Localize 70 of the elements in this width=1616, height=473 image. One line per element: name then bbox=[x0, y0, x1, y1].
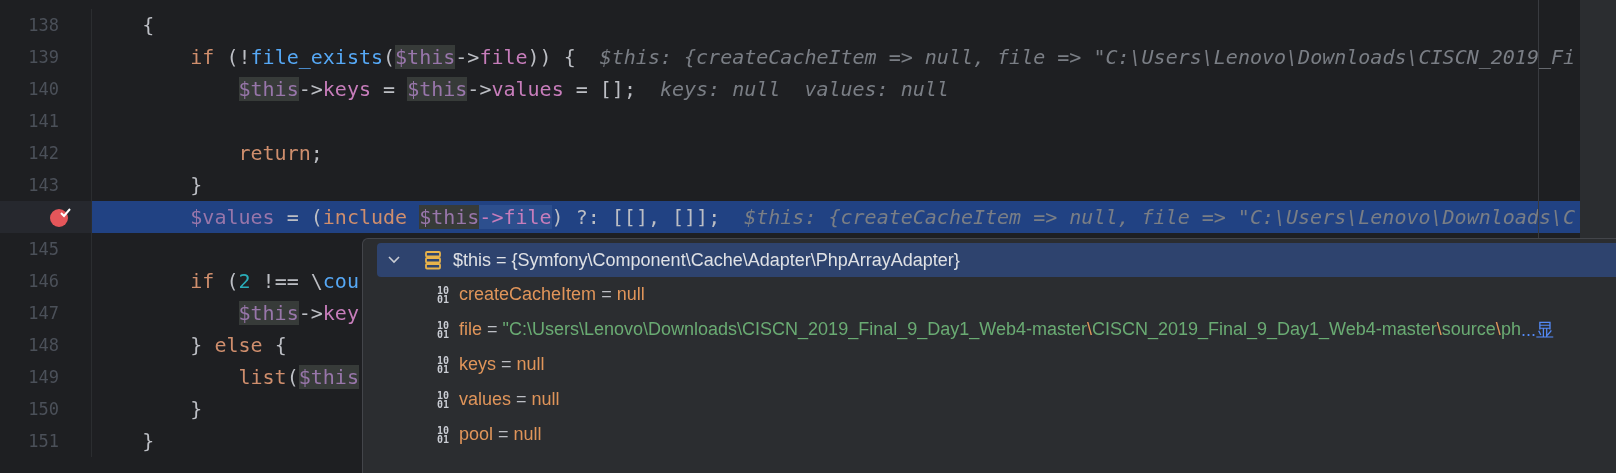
code-punctuation: = bbox=[383, 77, 397, 101]
code-punctuation: = ( bbox=[286, 205, 323, 229]
code-property: key bbox=[322, 301, 359, 325]
code-punctuation: )) { bbox=[527, 45, 576, 69]
code-punctuation: ; bbox=[310, 141, 323, 165]
code-variable: $values bbox=[190, 205, 275, 229]
code-punctuation: (! bbox=[226, 45, 251, 69]
field-value: "C:\Users\Lenovo\Downloads\CISCN_2019_Final_9_Day1_Web4-master\CISCN_2019_Final_9_Day1_Web4-master\source\ph bbox=[502, 319, 1521, 340]
equals-sign: = bbox=[601, 284, 612, 305]
code-variable: $this bbox=[419, 205, 480, 229]
type-label: 10 01 bbox=[437, 285, 450, 304]
code-keyword: if bbox=[190, 269, 215, 293]
type-label: 10 01 bbox=[437, 320, 450, 339]
equals-sign: = bbox=[487, 319, 498, 340]
code-punctuation: -> bbox=[298, 77, 323, 101]
type-label: 10 01 bbox=[437, 425, 450, 444]
type-label: 10 01 bbox=[437, 355, 450, 374]
field-name: values bbox=[459, 389, 512, 410]
code-function: cou bbox=[322, 269, 359, 293]
code-variable: $this bbox=[407, 77, 468, 101]
field-name: pool bbox=[459, 424, 494, 445]
field-value: null bbox=[513, 424, 542, 445]
code-keyword: else bbox=[214, 333, 263, 357]
field-name: file bbox=[459, 319, 483, 340]
code-property: keys bbox=[322, 77, 371, 101]
code-function: file_exists bbox=[250, 45, 383, 69]
code-punctuation: { bbox=[274, 333, 287, 357]
breakpoint-icon[interactable] bbox=[49, 206, 71, 228]
field-name: keys bbox=[459, 354, 497, 375]
field-value: null bbox=[616, 284, 645, 305]
code-variable: $this bbox=[298, 365, 359, 389]
code-property: ->file bbox=[479, 205, 552, 229]
type-label: 10 01 bbox=[437, 390, 450, 409]
tree-row[interactable]: $this = {Symfony\Component\Cache\Adapter\PhpArrayAdapter} bbox=[377, 243, 1616, 277]
inline-value-hint: values: null bbox=[804, 77, 949, 101]
code-punctuation: ) ?: [[], []]; bbox=[551, 205, 721, 229]
code-punctuation: -> bbox=[298, 301, 323, 325]
code-punctuation: !== \ bbox=[262, 269, 323, 293]
inline-value-hint: $this: {createCacheItem => null, file => "C:\Users\Lenovo\Downloads\CISCN_2019_Fi bbox=[599, 45, 1576, 69]
code-punctuation: ( bbox=[383, 45, 396, 69]
show-more-link[interactable]: ...显 bbox=[1520, 317, 1554, 342]
code-keyword: list bbox=[238, 365, 287, 389]
equals-sign: = bbox=[498, 424, 509, 445]
code-punctuation: } bbox=[190, 397, 203, 421]
code-punctuation: } bbox=[190, 333, 204, 357]
code-punctuation: = []; bbox=[575, 77, 636, 101]
inline-value-hint: keys: null bbox=[659, 77, 781, 101]
code-punctuation: } bbox=[190, 173, 203, 197]
field-name: createCacheItem bbox=[459, 284, 597, 305]
code-punctuation: { bbox=[142, 13, 155, 37]
code-property: file bbox=[479, 45, 528, 69]
equals-sign: = bbox=[501, 354, 512, 375]
code-punctuation: ( bbox=[286, 365, 299, 389]
code-keyword: if bbox=[190, 45, 215, 69]
field-value: null bbox=[531, 389, 560, 410]
code-variable: $this bbox=[238, 301, 299, 325]
code-punctuation: } bbox=[142, 429, 155, 453]
code-variable: $this bbox=[238, 77, 299, 101]
code-punctuation: -> bbox=[467, 77, 492, 101]
code-number: 2 bbox=[238, 269, 251, 293]
code-keyword: include bbox=[322, 205, 408, 229]
equals-sign: = bbox=[516, 389, 527, 410]
field-value: null bbox=[516, 354, 545, 375]
code-variable: $this bbox=[395, 45, 456, 69]
code-punctuation: -> bbox=[455, 45, 480, 69]
stack-icon bbox=[423, 250, 443, 270]
code-punctuation: ( bbox=[226, 269, 239, 293]
code-property: values bbox=[491, 77, 564, 101]
code-keyword: return bbox=[238, 141, 311, 165]
tree-node-label: $this = {Symfony\Component\Cache\Adapter\PhpArrayAdapter} bbox=[453, 249, 960, 271]
